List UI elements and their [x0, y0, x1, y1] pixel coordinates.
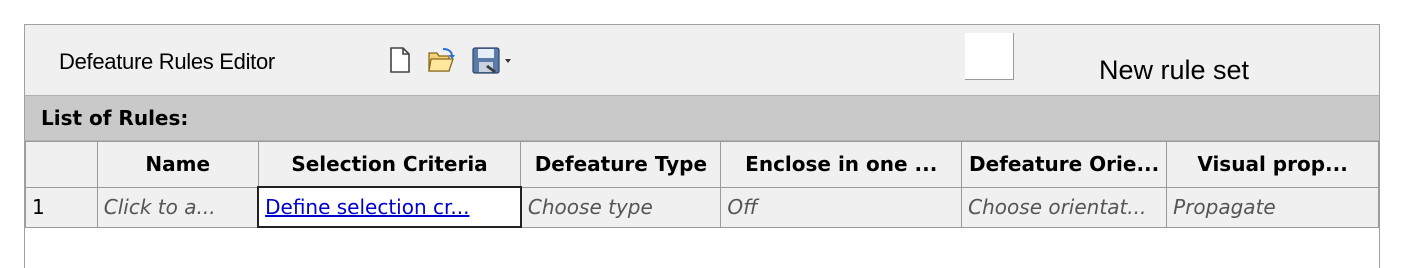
column-header-name[interactable]: Name — [96, 141, 259, 188]
defeature-type-cell[interactable]: Choose type — [520, 186, 722, 228]
table-row: 1 Click to a... Define selection cr... C… — [25, 186, 1379, 228]
column-header-enclose-in-one[interactable]: Enclose in one ... — [720, 141, 963, 188]
rules-table-header: Name Selection Criteria Defeature Type E… — [25, 141, 1379, 188]
list-of-rules-label: List of Rules: — [41, 106, 189, 130]
editor-title: Defeature Rules Editor — [59, 49, 275, 74]
column-header-defeature-orientation[interactable]: Defeature Orie... — [961, 141, 1168, 188]
visual-properties-cell[interactable]: Propagate — [1166, 186, 1379, 228]
save-rule-set-button[interactable] — [469, 43, 515, 77]
column-header-index — [25, 141, 98, 188]
new-rule-set-button[interactable] — [383, 43, 417, 77]
open-rule-set-button[interactable] — [425, 43, 459, 77]
open-folder-icon — [428, 48, 455, 72]
list-of-rules-bar: List of Rules: — [25, 95, 1379, 141]
column-header-defeature-type[interactable]: Defeature Type — [520, 141, 722, 188]
save-icon — [472, 47, 511, 74]
defeature-rules-editor-panel: Defeature Rules Editor New rule set List… — [24, 24, 1380, 268]
row-number[interactable]: 1 — [25, 186, 98, 228]
chevron-down-icon — [505, 59, 511, 63]
rules-table: Name Selection Criteria Defeature Type E… — [25, 141, 1379, 228]
enclose-in-one-cell[interactable]: Off — [720, 186, 963, 228]
rule-set-thumbnail — [965, 33, 1014, 80]
column-header-selection-criteria[interactable]: Selection Criteria — [257, 141, 522, 188]
define-selection-criteria-link[interactable]: Define selection cr... — [257, 186, 522, 228]
defeature-orientation-cell[interactable]: Choose orientat... — [961, 186, 1168, 228]
new-document-icon — [390, 47, 410, 73]
rule-name-cell[interactable]: Click to a... — [96, 186, 259, 228]
rule-set-name: New rule set — [1099, 55, 1250, 85]
editor-toolbar: Defeature Rules Editor New rule set — [25, 25, 1379, 95]
column-header-visual-properties[interactable]: Visual prop... — [1166, 141, 1379, 188]
